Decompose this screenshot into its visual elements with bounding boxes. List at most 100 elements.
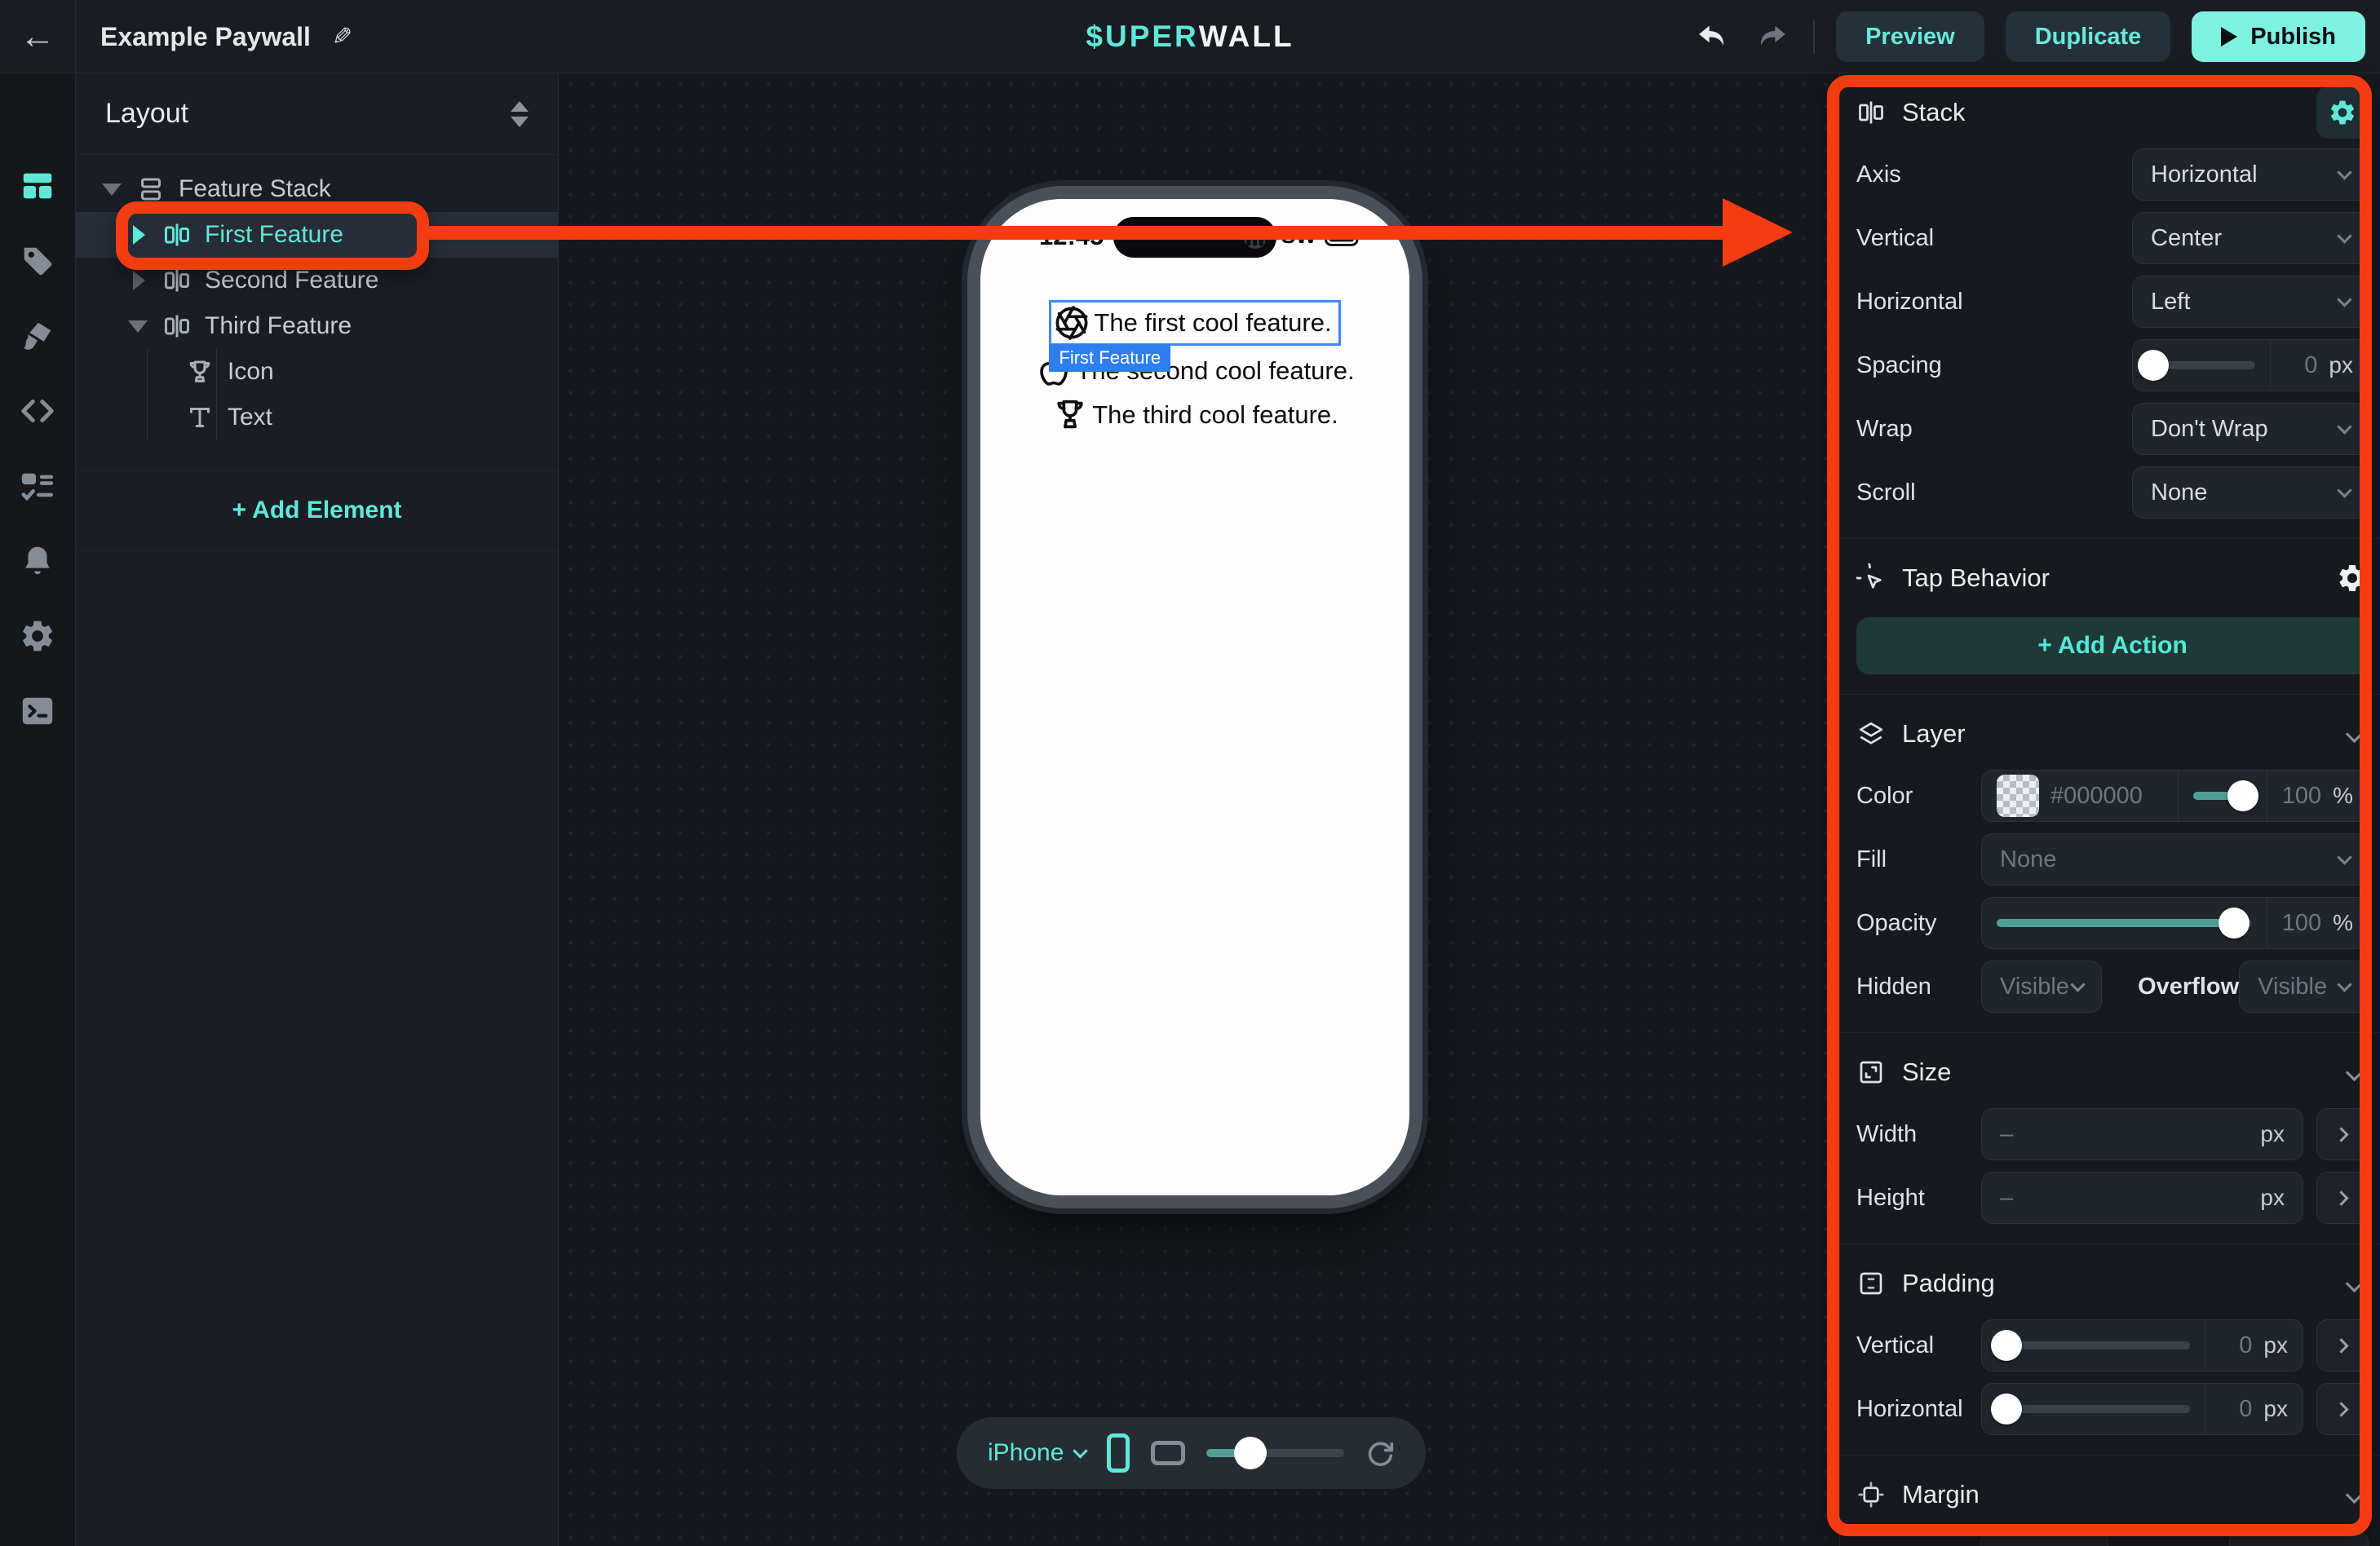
padding-vertical-value[interactable]: 0px bbox=[2205, 1320, 2303, 1371]
landscape-orientation-button[interactable] bbox=[1151, 1441, 1186, 1465]
tree-item-first-feature[interactable]: First Feature bbox=[76, 212, 558, 258]
spacing-slider[interactable] bbox=[2133, 340, 2270, 391]
width-expand-button[interactable] bbox=[2316, 1108, 2369, 1160]
padding-horizontal-expand-button[interactable] bbox=[2316, 1383, 2369, 1435]
margin-bottom-input[interactable]: –px bbox=[2229, 1531, 2369, 1546]
edit-title-icon[interactable]: ✎ bbox=[332, 23, 352, 51]
hstack-icon bbox=[162, 266, 192, 295]
slider-thumb[interactable] bbox=[2138, 350, 2169, 381]
duplicate-button[interactable]: Duplicate bbox=[2006, 11, 2171, 62]
tree-item-third-feature[interactable]: Third Feature bbox=[76, 303, 558, 349]
add-element-button[interactable]: + Add Element bbox=[76, 470, 558, 551]
spacing-value[interactable]: 0px bbox=[2270, 340, 2368, 391]
zoom-slider[interactable] bbox=[1206, 1449, 1344, 1457]
text-icon bbox=[185, 403, 215, 432]
padding-vertical-slider[interactable] bbox=[1982, 1320, 2205, 1371]
slider-thumb[interactable] bbox=[1991, 1330, 2022, 1361]
collapse-section-button[interactable] bbox=[2346, 1274, 2363, 1292]
publish-button[interactable]: Publish bbox=[2192, 11, 2365, 62]
rail-item-layout[interactable] bbox=[18, 168, 57, 204]
tag-icon bbox=[19, 242, 56, 280]
color-alpha-value[interactable]: 100% bbox=[2267, 771, 2368, 821]
layout-icon bbox=[19, 167, 56, 205]
opacity-slider[interactable] bbox=[1982, 898, 2267, 948]
preview-button[interactable]: Preview bbox=[1836, 11, 1984, 62]
padding-section: Padding Vertical 0px Horizontal bbox=[1840, 1244, 2380, 1455]
gear-icon bbox=[2328, 98, 2357, 127]
device-select[interactable]: iPhone bbox=[988, 1439, 1086, 1467]
height-expand-button[interactable] bbox=[2316, 1172, 2369, 1224]
rail-item-console[interactable] bbox=[18, 693, 57, 729]
refresh-icon[interactable] bbox=[1365, 1436, 1395, 1470]
collapse-section-button[interactable] bbox=[2346, 1063, 2363, 1080]
play-icon bbox=[2221, 27, 2237, 46]
rail-item-theme[interactable] bbox=[18, 318, 57, 354]
wrap-select[interactable]: Don't Wrap bbox=[2132, 403, 2369, 455]
color-swatch-field[interactable]: #000000 bbox=[1982, 771, 2178, 821]
slider-thumb[interactable] bbox=[1234, 1437, 1267, 1469]
tree-item-label: Second Feature bbox=[205, 267, 378, 294]
sort-vertical-icon[interactable] bbox=[511, 101, 529, 127]
padding-horizontal-value[interactable]: 0px bbox=[2205, 1384, 2303, 1434]
redo-icon bbox=[1756, 20, 1789, 53]
chevron-down-icon bbox=[2337, 977, 2351, 992]
margin-top-input[interactable]: –px bbox=[1980, 1531, 2108, 1546]
width-input[interactable]: –px bbox=[1981, 1108, 2303, 1160]
height-input[interactable]: –px bbox=[1981, 1172, 2303, 1224]
tree-item-label: Text bbox=[228, 404, 272, 431]
rail-item-notifications[interactable] bbox=[18, 543, 57, 579]
bell-icon bbox=[19, 542, 56, 580]
tree-item-text[interactable]: Text bbox=[76, 395, 558, 440]
back-button[interactable]: ← bbox=[0, 0, 76, 73]
collapse-section-button[interactable] bbox=[2346, 1486, 2363, 1503]
portrait-orientation-button[interactable] bbox=[1107, 1433, 1129, 1473]
rail-item-settings[interactable] bbox=[18, 618, 57, 654]
caret-right-icon[interactable] bbox=[133, 271, 145, 290]
rail-item-code[interactable] bbox=[18, 393, 57, 429]
tap-settings-button[interactable] bbox=[2336, 562, 2369, 594]
brush-icon bbox=[19, 317, 56, 355]
vertical-align-select[interactable]: Center bbox=[2132, 212, 2369, 264]
caret-down-icon[interactable] bbox=[102, 183, 122, 196]
signal-icon bbox=[1245, 226, 1273, 247]
tree-item-feature-stack[interactable]: Feature Stack bbox=[76, 166, 558, 212]
carrier-label: SW bbox=[1281, 223, 1317, 249]
margin-icon bbox=[1856, 1480, 1886, 1509]
stack-settings-button[interactable] bbox=[2316, 86, 2369, 139]
scroll-select[interactable]: None bbox=[2132, 466, 2369, 519]
rail-item-checklist[interactable] bbox=[18, 468, 57, 504]
undo-button[interactable] bbox=[1692, 17, 1732, 56]
slider-thumb[interactable] bbox=[2227, 780, 2258, 811]
redo-button[interactable] bbox=[1753, 17, 1792, 56]
phone-screen[interactable]: 12:45 SW The first cool feature. First F… bbox=[980, 199, 1409, 1195]
hidden-select[interactable]: Visible bbox=[1981, 961, 2102, 1013]
padding-horizontal-slider[interactable] bbox=[1982, 1384, 2205, 1434]
code-icon bbox=[19, 392, 56, 430]
tree-item-icon[interactable]: Icon bbox=[76, 349, 558, 395]
layout-panel-title: Layout bbox=[105, 98, 188, 130]
slider-thumb[interactable] bbox=[1991, 1394, 2022, 1425]
opacity-control: 100% bbox=[1981, 897, 2369, 949]
chevron-down-icon bbox=[1073, 1443, 1088, 1458]
overflow-select[interactable]: Visible bbox=[2239, 961, 2369, 1013]
collapse-section-button[interactable] bbox=[2346, 725, 2363, 742]
caret-right-icon[interactable] bbox=[133, 225, 145, 245]
section-title: Padding bbox=[1902, 1269, 1995, 1298]
tree-item-second-feature[interactable]: Second Feature bbox=[76, 258, 558, 303]
feature-row-third[interactable]: The third cool feature. bbox=[1051, 396, 1338, 434]
fill-select[interactable]: None bbox=[1981, 833, 2369, 886]
canvas[interactable]: 12:45 SW The first cool feature. First F… bbox=[560, 73, 1839, 1546]
axis-select[interactable]: Horizontal bbox=[2132, 148, 2369, 201]
color-swatch[interactable] bbox=[1997, 775, 2039, 817]
horizontal-align-select[interactable]: Left bbox=[2132, 276, 2369, 328]
caret-down-icon[interactable] bbox=[128, 320, 148, 333]
opacity-value[interactable]: 100% bbox=[2267, 898, 2368, 948]
color-alpha-slider[interactable] bbox=[2178, 771, 2267, 821]
padding-vertical-expand-button[interactable] bbox=[2316, 1319, 2369, 1372]
add-action-button[interactable]: + Add Action bbox=[1856, 617, 2369, 674]
undo-icon bbox=[1696, 20, 1728, 53]
feature-row-first[interactable]: The first cool feature. First Feature bbox=[1049, 300, 1340, 346]
rail-item-tags[interactable] bbox=[18, 243, 57, 279]
slider-thumb[interactable] bbox=[2219, 908, 2249, 939]
chevron-down-icon bbox=[2337, 165, 2351, 179]
